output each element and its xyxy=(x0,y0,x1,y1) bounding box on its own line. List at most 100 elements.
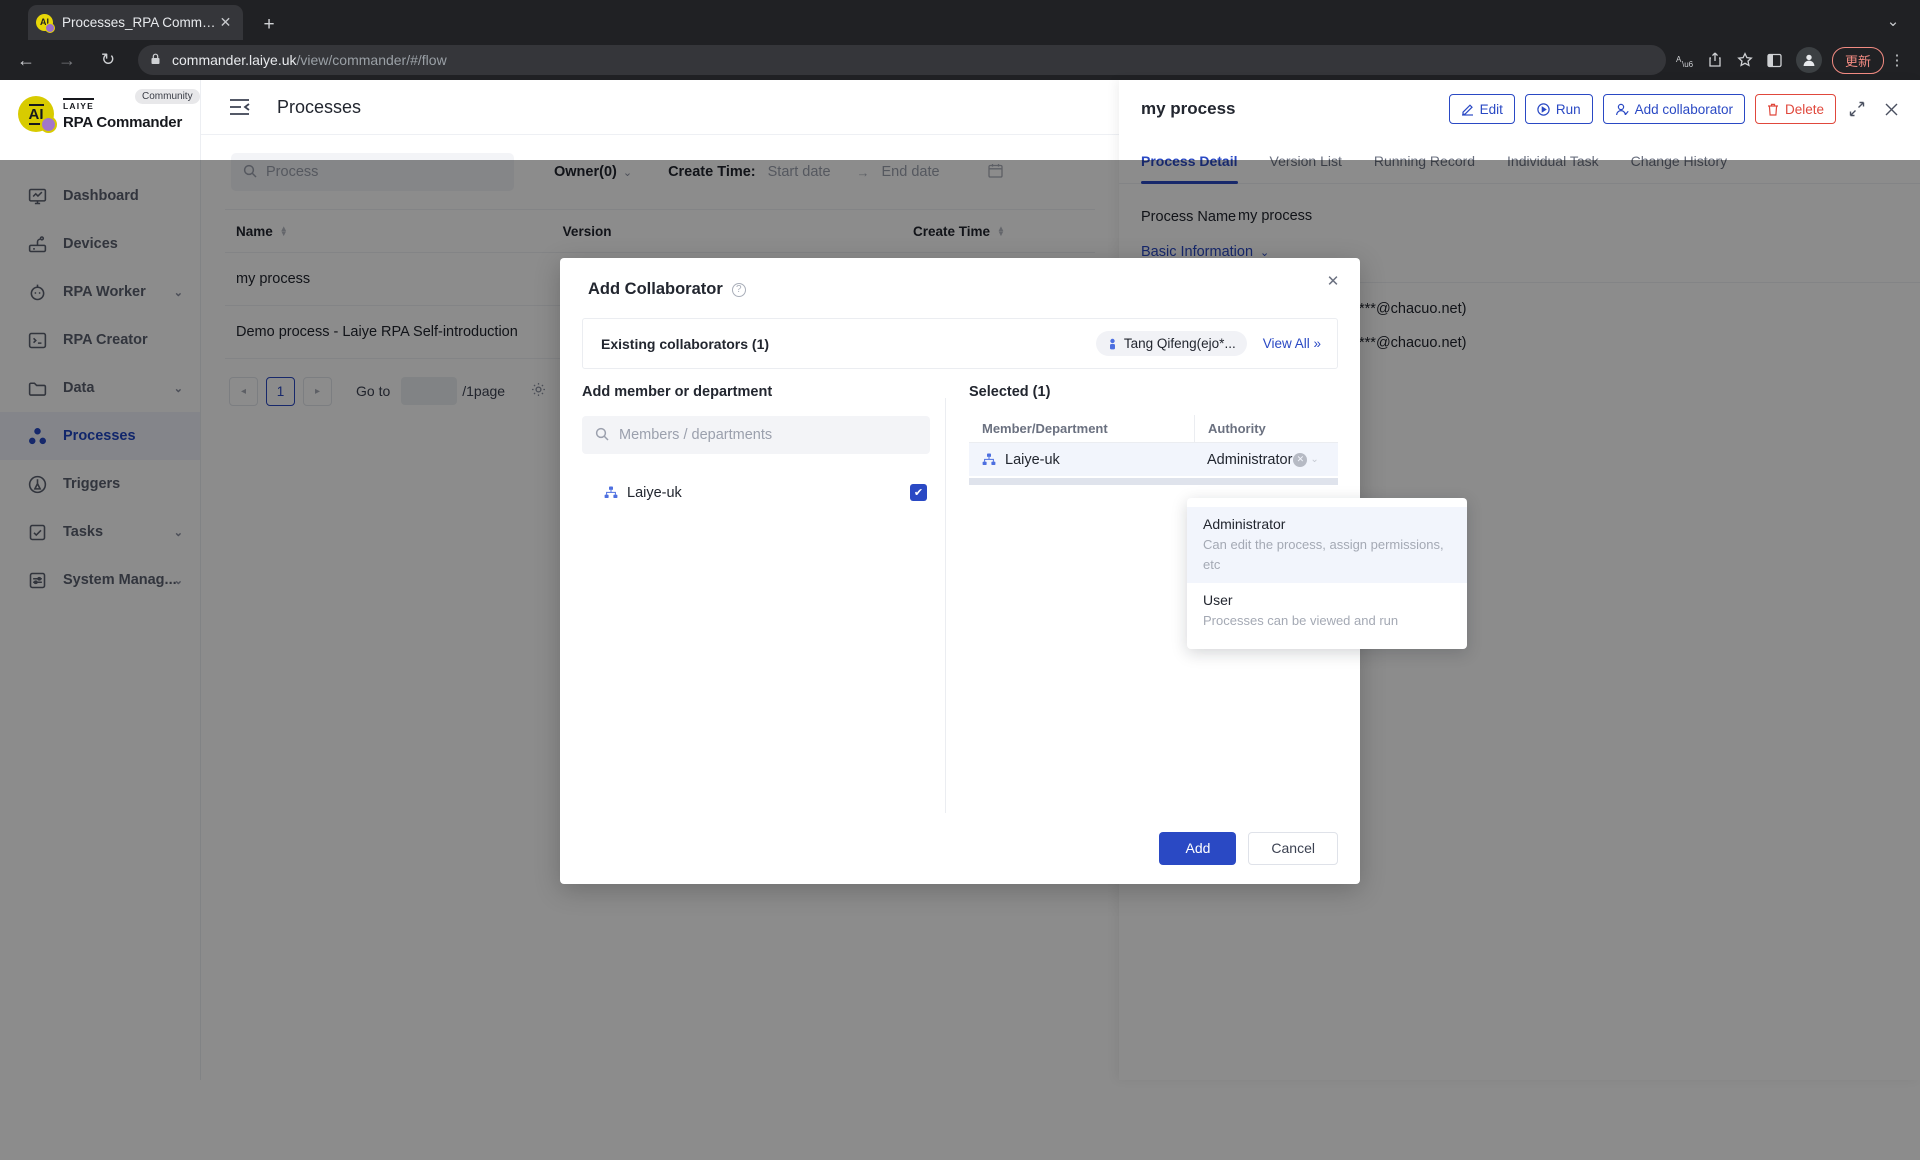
clear-icon[interactable]: ✕ xyxy=(1293,452,1308,467)
horizontal-scrollbar[interactable] xyxy=(969,478,1338,485)
existing-collaborators-label: Existing collaborators (1) xyxy=(601,335,770,352)
person-icon xyxy=(1107,338,1118,350)
menu-item-user[interactable]: User Processes can be viewed and run xyxy=(1187,583,1467,640)
side-panel-icon[interactable] xyxy=(1760,45,1790,75)
dialog-title: Add Collaborator ? xyxy=(588,280,746,299)
add-member-pane: Add member or department Members / depar… xyxy=(582,384,945,510)
selected-pane-title: Selected (1) xyxy=(969,384,1051,400)
laiye-logo-icon: AI xyxy=(18,96,57,133)
chevron-down-icon[interactable]: ⌄ xyxy=(1880,10,1906,32)
avatar[interactable] xyxy=(1795,47,1822,73)
close-icon[interactable] xyxy=(1878,96,1904,122)
column-header-member: Member/Department xyxy=(982,421,1108,436)
address-bar-host: commander.laiye.uk xyxy=(172,52,297,68)
add-collaborator-button[interactable]: Add collaborator xyxy=(1602,94,1745,124)
browser-toolbar: ← → ↻ commander.laiye.uk/view/commander/… xyxy=(0,40,1920,80)
close-icon[interactable]: ✕ xyxy=(216,13,235,32)
cancel-button[interactable]: Cancel xyxy=(1248,831,1338,865)
page-header: Processes xyxy=(201,80,1119,135)
address-bar-path: /view/commander/#/flow xyxy=(296,52,447,68)
search-icon xyxy=(595,427,609,444)
translate-icon[interactable]: A\u6587 xyxy=(1670,45,1700,75)
menu-item-description: Processes can be viewed and run xyxy=(1203,613,1399,628)
dialog-footer: Add Cancel xyxy=(560,812,1360,884)
laiye-ai-favicon-icon: AI xyxy=(36,14,55,33)
selected-table: Member/Department Authority Laiye-uk Adm… xyxy=(969,414,1338,485)
bookmark-star-icon[interactable] xyxy=(1730,45,1760,75)
delete-button-label: Delete xyxy=(1784,101,1824,117)
svg-text:\u6587: \u6587 xyxy=(1682,60,1693,68)
chevron-down-icon[interactable]: ⌄ xyxy=(1310,454,1318,465)
brand-logo-glyph: AI xyxy=(28,103,44,125)
view-all-link[interactable]: View All » xyxy=(1263,336,1321,351)
browser-tab-title: Processes_RPA Commander xyxy=(62,15,216,30)
member-search-input[interactable]: Members / departments xyxy=(582,416,930,454)
menu-item-label: User xyxy=(1203,592,1233,608)
add-collaborator-button-label: Add collaborator xyxy=(1634,101,1733,117)
brand-edition-badge: Community xyxy=(135,89,200,105)
dialog-title-label: Add Collaborator xyxy=(588,280,723,298)
update-button[interactable]: 更新 xyxy=(1831,46,1884,74)
org-node-icon xyxy=(982,453,996,466)
member-search-placeholder: Members / departments xyxy=(619,427,773,443)
reload-icon[interactable]: ↻ xyxy=(92,44,124,76)
browser-chrome: AI Processes_RPA Commander ✕ + ⌄ ← → ↻ c… xyxy=(0,0,1920,80)
chrome-menu-icon[interactable]: ⋮ xyxy=(1884,45,1910,75)
edit-button[interactable]: Edit xyxy=(1448,94,1515,124)
drawer-header: my process Edit Run Add collaborator Del… xyxy=(1119,80,1920,138)
run-button-label: Run xyxy=(1555,101,1581,117)
brand-logo[interactable]: AI LAIYE Community RPA Commander xyxy=(0,80,200,136)
list-item[interactable]: Laiye-uk ✔ xyxy=(582,475,945,510)
share-icon[interactable] xyxy=(1700,45,1730,75)
delete-button[interactable]: Delete xyxy=(1754,94,1836,124)
trash-icon xyxy=(1767,103,1779,116)
expand-diagonal-icon[interactable] xyxy=(1844,96,1870,122)
back-icon[interactable]: ← xyxy=(10,44,42,76)
question-circle-icon[interactable]: ? xyxy=(731,282,746,297)
column-header-authority: Authority xyxy=(1194,414,1338,443)
add-member-pane-title: Add member or department xyxy=(582,384,773,400)
brand-product-label: RPA Commander xyxy=(63,114,183,132)
menu-item-label: Administrator xyxy=(1203,516,1286,532)
checkbox-checked[interactable]: ✔ xyxy=(910,484,927,501)
browser-tab[interactable]: AI Processes_RPA Commander ✕ xyxy=(28,5,243,40)
add-button[interactable]: Add xyxy=(1159,831,1237,865)
forward-icon[interactable]: → xyxy=(51,44,83,76)
cell-authority[interactable]: Administrator ✕ ⌄ xyxy=(1194,452,1338,468)
application-root: AI LAIYE Community RPA Commander Dashboa… xyxy=(0,80,1920,1160)
play-circle-icon xyxy=(1537,102,1550,116)
close-icon[interactable]: ✕ xyxy=(1322,270,1344,292)
drawer-actions: Edit Run Add collaborator Delete xyxy=(1439,94,1920,124)
address-bar[interactable]: commander.laiye.uk/view/commander/#/flow xyxy=(138,45,1666,75)
collaborator-chip[interactable]: Tang Qifeng(ejo*... xyxy=(1095,331,1247,356)
cell-member-label: Laiye-uk xyxy=(1005,451,1060,468)
collapse-sidebar-icon[interactable] xyxy=(227,95,251,119)
add-user-icon xyxy=(1615,103,1629,116)
toolbar-actions: A\u6587 更新 ⋮ xyxy=(1670,45,1910,75)
new-tab-button[interactable]: + xyxy=(255,11,283,39)
drawer-title: my process xyxy=(1141,99,1236,118)
table-header-row: Member/Department Authority xyxy=(969,414,1338,443)
page-title: Processes xyxy=(277,96,362,117)
edit-button-label: Edit xyxy=(1479,101,1503,117)
brand-laiye-label: LAIYE xyxy=(63,98,95,111)
divider xyxy=(945,398,946,813)
existing-collaborators-box: Existing collaborators (1) Tang Qifeng(e… xyxy=(582,318,1338,369)
collaborator-chip-label: Tang Qifeng(ejo*... xyxy=(1123,336,1236,351)
list-item-label: Laiye-uk xyxy=(627,484,682,501)
tab-strip: AI Processes_RPA Commander ✕ + ⌄ xyxy=(0,0,1920,40)
lock-icon xyxy=(150,53,161,68)
menu-item-description: Can edit the process, assign permissions… xyxy=(1203,537,1444,572)
authority-dropdown-menu: Administrator Can edit the process, assi… xyxy=(1187,498,1467,649)
cell-member: Laiye-uk xyxy=(969,452,1194,468)
edit-icon xyxy=(1461,103,1474,116)
run-button[interactable]: Run xyxy=(1524,94,1593,124)
org-node-icon xyxy=(604,486,618,499)
existing-collaborators-right: Tang Qifeng(ejo*... View All » xyxy=(1095,331,1321,356)
table-row[interactable]: Laiye-uk Administrator ✕ ⌄ xyxy=(969,443,1338,476)
selected-pane: Selected (1) Member/Department Authority… xyxy=(969,384,1338,485)
cell-authority-label: Administrator xyxy=(1207,451,1293,468)
member-list: Laiye-uk ✔ xyxy=(582,475,945,510)
menu-item-administrator[interactable]: Administrator Can edit the process, assi… xyxy=(1187,507,1467,583)
address-bar-url: commander.laiye.uk/view/commander/#/flow xyxy=(172,52,447,68)
